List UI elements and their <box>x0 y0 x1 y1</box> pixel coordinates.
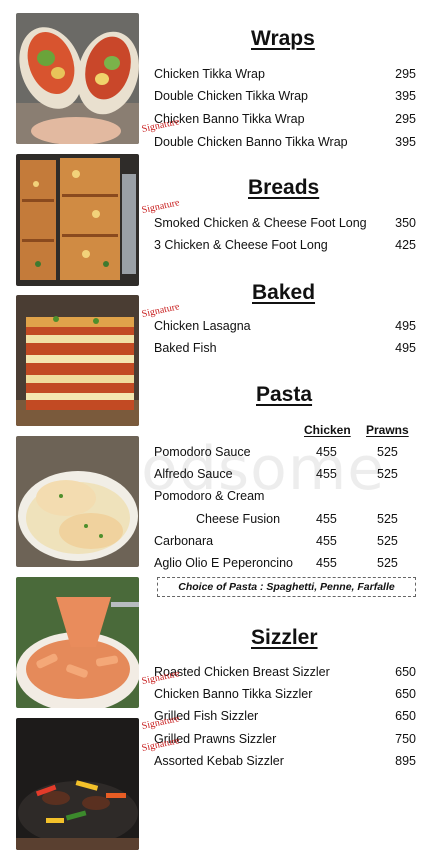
menu-item-name: Double Chicken Tikka Wrap <box>154 89 309 103</box>
menu-item-name: Chicken Banno Tikka Sizzler <box>154 687 313 701</box>
signature-badge: Signature <box>140 197 181 216</box>
section-title-pasta: Pasta <box>256 383 313 406</box>
menu-item-name: Aglio Olio E Peperoncino <box>154 556 293 570</box>
penne-photo <box>16 577 139 708</box>
menu-item-price: 295 <box>395 112 416 126</box>
signature-badge: Signature <box>140 301 181 320</box>
lasagna-photo <box>16 295 139 426</box>
menu-item-name: Chicken Lasagna <box>154 319 251 333</box>
price-prawns: 525 <box>377 467 398 481</box>
signature-badge: Signature <box>140 116 181 135</box>
menu-item-name: Smoked Chicken & Cheese Foot Long <box>154 216 367 230</box>
section-title-sizzler: Sizzler <box>251 626 318 649</box>
menu-item-price: 895 <box>395 754 416 768</box>
column-header-prawns: Prawns <box>366 423 409 437</box>
signature-badge: Signature <box>140 713 181 732</box>
menu-item-name: 3 Chicken & Cheese Foot Long <box>154 238 328 252</box>
menu-item-price: 425 <box>395 238 416 252</box>
price-prawns: 525 <box>377 556 398 570</box>
menu-item-price: 295 <box>395 67 416 81</box>
price-prawns: 525 <box>377 445 398 459</box>
menu-item-price: 350 <box>395 216 416 230</box>
menu-item-name: Pomodoro Sauce <box>154 445 251 459</box>
menu-item-name: Chicken Tikka Wrap <box>154 67 265 81</box>
price-prawns: 525 <box>377 512 398 526</box>
menu-item-name: Double Chicken Banno Tikka Wrap <box>154 135 348 149</box>
menu-item-price: 650 <box>395 665 416 679</box>
wrap-photo <box>16 13 139 144</box>
price-chicken: 455 <box>316 512 337 526</box>
menu-item-price: 495 <box>395 341 416 355</box>
menu-item-price: 650 <box>395 709 416 723</box>
menu-item-name: Baked Fish <box>154 341 217 355</box>
menu-item-price: 495 <box>395 319 416 333</box>
menu-item-name: Alfredo Sauce <box>154 467 233 481</box>
price-chicken: 455 <box>316 445 337 459</box>
menu-item-name: Assorted Kebab Sizzler <box>154 754 284 768</box>
menu-item-name: Cheese Fusion <box>196 512 281 526</box>
menu-item-price: 650 <box>395 687 416 701</box>
pasta-fish-photo <box>16 436 139 567</box>
pasta-choice-note: Choice of Pasta : Spaghetti, Penne, Farf… <box>157 577 416 597</box>
column-header-chicken: Chicken <box>304 423 351 437</box>
price-chicken: 455 <box>316 467 337 481</box>
menu-item-price: 750 <box>395 732 416 746</box>
menu-item-name: Roasted Chicken Breast Sizzler <box>154 665 330 679</box>
section-title-wraps: Wraps <box>251 27 315 50</box>
menu-item-price: 395 <box>395 89 416 103</box>
bread-photo <box>16 154 139 286</box>
menu-item-price: 395 <box>395 135 416 149</box>
price-chicken: 455 <box>316 534 337 548</box>
price-chicken: 455 <box>316 556 337 570</box>
signature-badge: Signature <box>140 735 181 754</box>
price-prawns: 525 <box>377 534 398 548</box>
section-title-baked: Baked <box>252 281 316 304</box>
sizzler-photo <box>16 718 139 850</box>
section-title-breads: Breads <box>248 176 320 199</box>
menu-item-name: Carbonara <box>154 534 214 548</box>
menu-item-name: Pomodoro & Cream <box>154 489 265 503</box>
signature-badge: Signature <box>140 668 181 687</box>
